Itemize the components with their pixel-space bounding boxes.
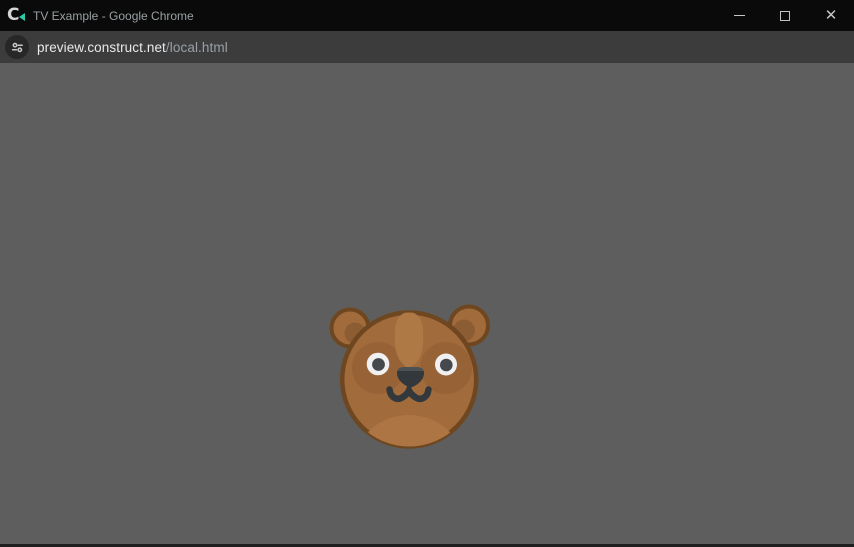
close-icon: ✕ <box>825 8 838 23</box>
window-title: TV Example - Google Chrome <box>33 9 194 23</box>
url-text: preview.construct.net/local.html <box>37 40 228 55</box>
url-domain: preview.construct.net <box>37 40 166 55</box>
tune-icon <box>11 41 24 54</box>
construct-logo-icon: C <box>7 7 25 25</box>
game-canvas[interactable] <box>0 63 854 544</box>
maximize-icon <box>780 11 790 21</box>
site-settings-button[interactable] <box>5 35 29 59</box>
browser-window: C TV Example - Google Chrome ✕ <box>0 0 854 547</box>
url-toolbar: preview.construct.net/local.html <box>0 31 854 63</box>
bear-face-sprite <box>327 297 493 453</box>
minimize-button[interactable] <box>716 0 762 31</box>
maximize-button[interactable] <box>762 0 808 31</box>
close-button[interactable]: ✕ <box>808 0 854 31</box>
window-controls: ✕ <box>716 0 854 31</box>
titlebar: C TV Example - Google Chrome ✕ <box>0 0 854 31</box>
minimize-icon <box>734 15 745 16</box>
url-path: /local.html <box>166 40 228 55</box>
